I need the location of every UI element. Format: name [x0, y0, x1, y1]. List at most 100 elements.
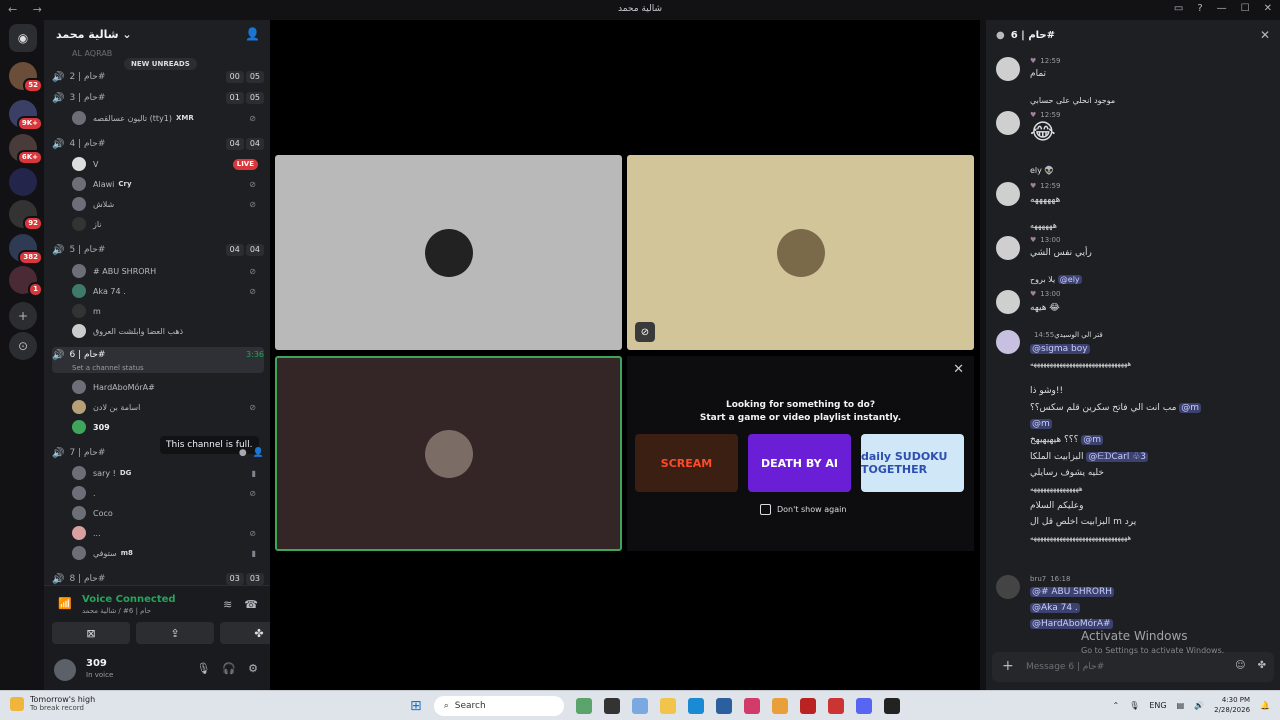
member-item[interactable]: ذهب العضا وابلشت العروق — [72, 322, 262, 340]
dont-show-again[interactable]: Don't show again — [760, 504, 846, 515]
app-icon[interactable] — [883, 698, 900, 714]
member-item[interactable]: اسامة بن لادن ⊘ — [72, 398, 262, 416]
app-icon[interactable] — [575, 698, 592, 714]
discord-taskbar-icon[interactable] — [855, 698, 872, 714]
attach-plus-icon[interactable]: + — [1002, 658, 1014, 674]
voice-channel[interactable]: 🔊 حام | 3# 01 05 — [52, 89, 264, 107]
member-item[interactable]: ناز — [72, 215, 262, 233]
avatar[interactable] — [996, 57, 1020, 81]
minimize-button[interactable]: — — [1217, 3, 1227, 14]
member-item-self[interactable]: 309 — [72, 418, 262, 436]
chrome-icon[interactable] — [771, 698, 788, 714]
mention[interactable]: @# ABU SHRORH — [1030, 587, 1115, 597]
volume-icon[interactable]: 🔊 — [1194, 701, 1204, 710]
voice-channel[interactable]: 🔊 حام | 4# 04 04 — [52, 135, 264, 153]
voice-channel[interactable]: 🔊 حام | 5# 04 04 — [52, 241, 264, 259]
store-icon[interactable] — [715, 698, 732, 714]
member-item[interactable]: Aka 74 . ⊘ — [72, 282, 262, 300]
invite-icon[interactable]: 👤 — [245, 27, 260, 41]
disconnect-icon[interactable]: ☎ — [244, 598, 258, 611]
app-icon[interactable] — [631, 698, 648, 714]
close-window-button[interactable]: ✕ — [1264, 3, 1272, 14]
channel-status[interactable]: Set a channel status — [72, 364, 144, 372]
app-icon[interactable] — [743, 698, 760, 714]
discover-icon[interactable]: ⊙ — [9, 332, 37, 360]
mention[interactable]: @m — [1030, 419, 1052, 429]
game-card-death-by-ai[interactable]: DEATH BY AI — [748, 434, 851, 492]
mention[interactable]: @Aka 74 . — [1030, 603, 1080, 613]
member-item[interactable]: تاليون عسالقصه (tty1) XMR ⊘ — [72, 109, 262, 127]
member-item[interactable]: شلاش ⊘ — [72, 195, 262, 213]
server-folder[interactable]: 6K+ — [9, 134, 43, 165]
chevron-up-icon[interactable]: ⌃ — [1112, 701, 1119, 710]
server-folder[interactable] — [9, 168, 37, 196]
member-item[interactable]: . ⊘ — [72, 484, 262, 502]
app-icon[interactable] — [827, 698, 844, 714]
avatar[interactable] — [996, 111, 1020, 135]
server-folder[interactable]: 9K+ — [9, 100, 43, 131]
close-icon[interactable]: ✕ — [1260, 28, 1270, 42]
notifications-icon[interactable]: 🔔 — [1260, 701, 1270, 710]
taskbar-search[interactable]: ⌕ Search — [433, 696, 564, 716]
avatar[interactable] — [996, 330, 1020, 354]
camera-button[interactable]: ⊠ — [52, 622, 130, 644]
add-server-icon[interactable]: + — [9, 302, 37, 330]
mention[interactable]: @HardAboMórA# — [1030, 619, 1113, 629]
language-indicator[interactable]: ENG — [1149, 701, 1166, 710]
member-item[interactable]: Alawi Cry ⊘ — [72, 175, 262, 193]
video-tile[interactable] — [275, 155, 622, 350]
inbox-icon[interactable]: ▭ — [1174, 3, 1183, 14]
avatar[interactable] — [996, 575, 1020, 599]
chat-icon[interactable]: ● — [239, 448, 247, 458]
avatar[interactable] — [996, 290, 1020, 314]
signal-icon[interactable]: 📶 — [58, 597, 72, 610]
gear-icon[interactable]: ⚙ — [248, 662, 258, 675]
start-button[interactable]: ⊞ — [410, 698, 422, 714]
video-tile-speaking[interactable] — [275, 356, 622, 551]
add-member-icon[interactable]: 👤 — [253, 448, 264, 458]
avatar[interactable] — [996, 182, 1020, 206]
message-input[interactable]: + Message حام | 6# ☺ ✤ — [992, 652, 1274, 682]
help-icon[interactable]: ? — [1197, 3, 1202, 14]
maximize-button[interactable]: ☐ — [1241, 3, 1250, 14]
game-card-scream[interactable]: SCREAM — [635, 434, 738, 492]
microphone-icon[interactable]: 🎙 — [1129, 701, 1139, 710]
member-item[interactable]: V LIVE — [72, 155, 262, 173]
clock[interactable]: 4:30 PM 2/28/2026 — [1214, 695, 1250, 715]
voice-connected-title[interactable]: Voice Connected — [82, 594, 176, 605]
microphone-icon[interactable]: 🎙 — [196, 662, 210, 675]
task-view-icon[interactable] — [603, 698, 620, 714]
wifi-icon[interactable]: ▤ — [1177, 701, 1185, 710]
member-item[interactable]: HardAboMórA# — [72, 378, 262, 396]
mention[interactable]: @sigma boy — [1030, 344, 1090, 354]
member-item[interactable]: ... ⊘ — [72, 524, 262, 542]
member-item[interactable]: ستوفي m8 ▮ — [72, 544, 262, 562]
avatar[interactable] — [54, 659, 76, 681]
voice-connected-subtitle[interactable]: حام | 6# / شالية محمد — [82, 607, 151, 615]
app-icon[interactable] — [799, 698, 816, 714]
emoji-icon[interactable]: ☺ — [1235, 660, 1245, 671]
username[interactable]: 309 — [86, 658, 107, 669]
member-item[interactable]: sary ! DG ▮ — [72, 464, 262, 482]
avatar[interactable] — [996, 236, 1020, 260]
screen-share-button[interactable]: ⇪ — [136, 622, 214, 644]
weather-widget[interactable]: Tomorrow's high To break record — [10, 695, 95, 712]
voice-channel[interactable]: 🔊 حام | 7# ● 👤 — [52, 444, 264, 462]
member-item[interactable]: m — [72, 302, 262, 320]
apps-icon[interactable]: ✤ — [1258, 660, 1266, 671]
edge-icon[interactable] — [687, 698, 704, 714]
game-card-sudoku[interactable]: daily SUDOKU TOGETHER — [861, 434, 964, 492]
noise-suppression-icon[interactable]: ≋ — [223, 598, 232, 611]
close-icon[interactable]: ✕ — [953, 362, 964, 377]
server-folder[interactable]: 382 — [9, 234, 43, 265]
checkbox[interactable] — [760, 504, 771, 515]
server-folder[interactable]: 52 — [9, 62, 43, 93]
member-item[interactable]: # ABU SHRORH ⊘ — [72, 262, 262, 280]
voice-channel[interactable]: 🔊 حام | 2# 00 05 — [52, 68, 264, 86]
server-icon[interactable]: 92 — [9, 200, 43, 231]
member-item[interactable]: Coco — [72, 504, 262, 522]
discord-home-icon[interactable]: ◉ — [9, 24, 37, 52]
headphones-icon[interactable]: 🎧 — [222, 662, 236, 675]
server-icon[interactable]: 1 — [9, 266, 43, 297]
video-tile[interactable]: ⊘ — [627, 155, 974, 350]
